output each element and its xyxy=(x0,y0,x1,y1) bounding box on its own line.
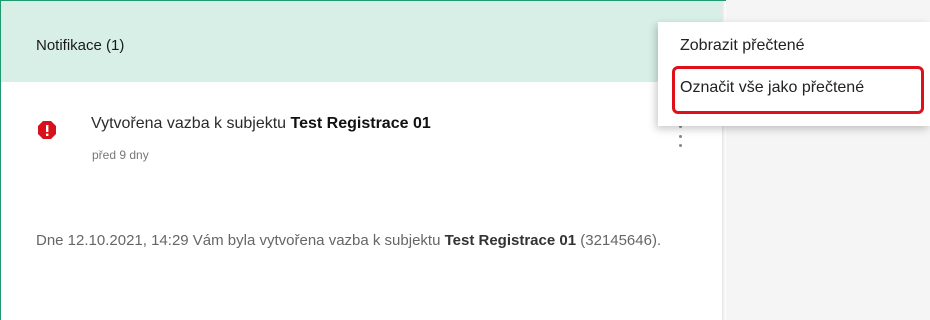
menu-item-show-read[interactable]: Zobrazit přečtené xyxy=(680,37,805,55)
notification-title-text: Vytvořena vazba k subjektu xyxy=(91,115,291,132)
notification-time: před 9 dny xyxy=(92,148,149,162)
notification-title[interactable]: Vytvořena vazba k subjektu Test Registra… xyxy=(91,115,431,133)
alert-octagon-icon xyxy=(38,121,56,139)
notification-subject: Test Registrace 01 xyxy=(290,115,431,132)
notification-body-subject: Test Registrace 01 xyxy=(444,232,577,249)
notification-body-suffix: (32145646). xyxy=(576,232,662,249)
notification-body: Dne 12.10.2021, 14:29 Vám byla vytvořena… xyxy=(36,222,696,259)
notification-body-text: Dne 12.10.2021, 14:29 Vám byla vytvořena… xyxy=(36,232,445,249)
options-menu: Zobrazit přečtené Označit vše jako přečt… xyxy=(658,22,930,126)
more-options-icon[interactable] xyxy=(675,125,685,147)
notifications-title: Notifikace (1) xyxy=(36,37,125,54)
notifications-header: Notifikace (1) xyxy=(1,1,722,82)
notifications-panel: Notifikace (1) Vytvořena vazba k subjekt… xyxy=(0,0,722,320)
menu-item-mark-all-read[interactable]: Označit vše jako přečtené xyxy=(680,79,864,97)
